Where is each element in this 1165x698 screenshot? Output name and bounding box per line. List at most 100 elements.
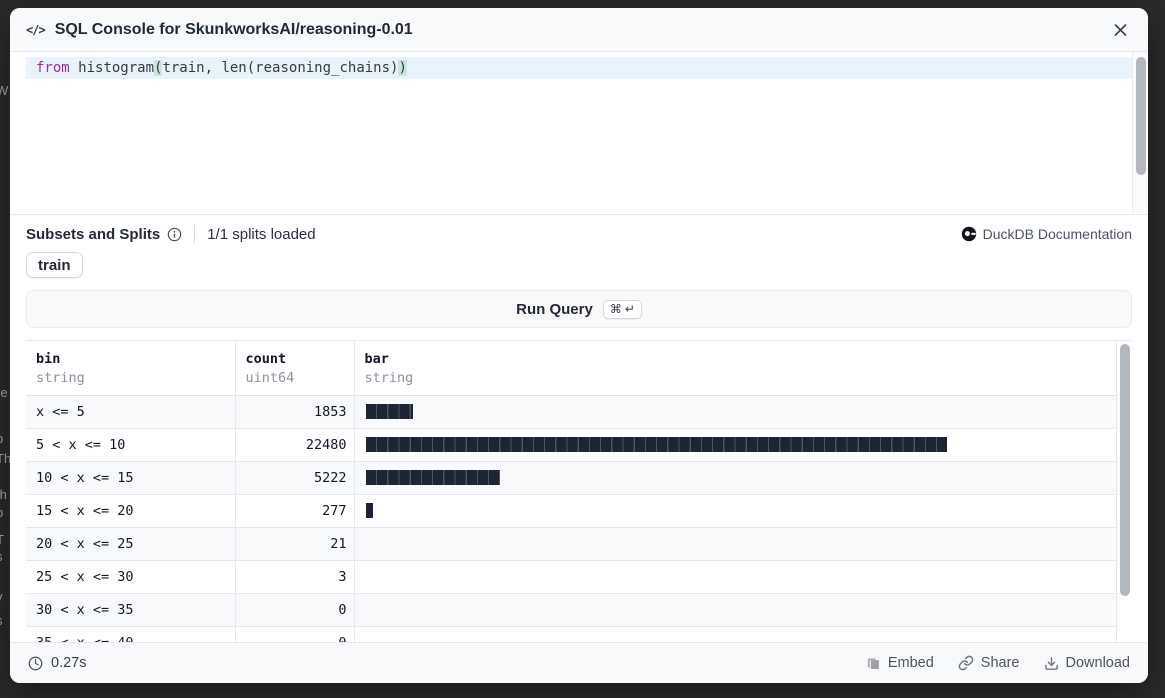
modal-header: </> SQL Console for SkunkworksAI/reasoni… bbox=[10, 8, 1148, 52]
console-body: Subsets and Splits 1/1 splits loaded Duc… bbox=[10, 215, 1148, 642]
link-icon bbox=[958, 655, 974, 671]
count-cell: 0 bbox=[235, 593, 354, 626]
embed-icon bbox=[866, 656, 881, 671]
column-name: bar bbox=[365, 350, 1123, 369]
close-button[interactable] bbox=[1109, 18, 1132, 41]
share-label: Share bbox=[981, 655, 1020, 671]
column-type: string bbox=[36, 369, 225, 387]
modal-title: SQL Console for SkunkworksAI/reasoning-0… bbox=[55, 21, 413, 39]
duration-value: 0.27s bbox=[51, 655, 86, 671]
sql-keyword: from bbox=[36, 60, 70, 76]
editor-scrollbar[interactable] bbox=[1132, 52, 1148, 214]
table-header-row: bin string count uint64 bar string bbox=[26, 341, 1132, 395]
info-icon[interactable] bbox=[167, 227, 182, 242]
column-type: uint64 bbox=[246, 369, 344, 387]
bar-cell bbox=[354, 593, 1132, 626]
backdrop-text-fragment: v bbox=[0, 590, 3, 604]
bar-cell bbox=[354, 560, 1132, 593]
backdrop-text-fragment: s bbox=[0, 614, 3, 628]
bin-cell: 5 < x <= 10 bbox=[26, 428, 235, 461]
sql-code-line: from histogram(train, len(reasoning_chai… bbox=[10, 52, 1148, 79]
table-row[interactable]: x <= 5 1853 bbox=[26, 395, 1132, 428]
sql-console-modal: </> SQL Console for SkunkworksAI/reasoni… bbox=[10, 8, 1148, 683]
code-icon: </> bbox=[26, 23, 45, 37]
column-name: count bbox=[246, 350, 344, 369]
share-button[interactable]: Share bbox=[958, 655, 1020, 671]
run-query-button[interactable]: Run Query ⌘ ↵ bbox=[26, 290, 1132, 328]
download-button[interactable]: Download bbox=[1044, 655, 1131, 671]
table-row[interactable]: 20 < x <= 25 21 bbox=[26, 527, 1132, 560]
backdrop-text-fragment: re bbox=[0, 386, 8, 400]
bin-cell: 30 < x <= 35 bbox=[26, 593, 235, 626]
count-cell: 1853 bbox=[235, 395, 354, 428]
sql-arguments: train, len(reasoning_chains) bbox=[162, 60, 398, 76]
bar-cell bbox=[354, 461, 1132, 494]
table-row[interactable]: 30 < x <= 35 0 bbox=[26, 593, 1132, 626]
divider bbox=[194, 225, 195, 243]
bin-cell: 25 < x <= 30 bbox=[26, 560, 235, 593]
histogram-bar bbox=[366, 503, 373, 518]
editor-scrollbar-thumb[interactable] bbox=[1136, 57, 1146, 175]
bin-cell: 15 < x <= 20 bbox=[26, 494, 235, 527]
column-header-bin[interactable]: bin string bbox=[26, 341, 235, 395]
query-duration: 0.27s bbox=[28, 655, 86, 671]
sql-token bbox=[70, 60, 78, 76]
table-scrollbar-thumb[interactable] bbox=[1120, 344, 1130, 596]
column-header-count[interactable]: count uint64 bbox=[235, 341, 354, 395]
splits-loaded-text: 1/1 splits loaded bbox=[207, 226, 315, 243]
enter-key-icon: ↵ bbox=[625, 302, 635, 316]
sql-editor[interactable]: from histogram(train, len(reasoning_chai… bbox=[10, 52, 1148, 215]
count-cell: 5222 bbox=[235, 461, 354, 494]
embed-label: Embed bbox=[888, 655, 934, 671]
splits-list: train bbox=[26, 252, 1132, 278]
sql-bracket-close: ) bbox=[398, 60, 406, 76]
backdrop-text-fragment: W bbox=[0, 84, 8, 98]
backdrop-text-fragment: b bbox=[0, 432, 3, 446]
histogram-bar bbox=[366, 437, 947, 452]
column-name: bin bbox=[36, 350, 225, 369]
column-header-bar[interactable]: bar string bbox=[354, 341, 1132, 395]
download-icon bbox=[1044, 656, 1059, 671]
subsets-row: Subsets and Splits 1/1 splits loaded Duc… bbox=[26, 222, 1132, 246]
close-icon bbox=[1113, 22, 1128, 37]
footer-actions: Embed Share Download bbox=[866, 655, 1130, 671]
bin-cell: 20 < x <= 25 bbox=[26, 527, 235, 560]
bar-cell bbox=[354, 494, 1132, 527]
column-type: string bbox=[365, 369, 1123, 387]
split-badge-train[interactable]: train bbox=[26, 252, 83, 278]
results-table: bin string count uint64 bar string bbox=[26, 341, 1132, 642]
download-label: Download bbox=[1066, 655, 1131, 671]
table-scrollbar[interactable] bbox=[1116, 341, 1132, 642]
table-row[interactable]: 25 < x <= 30 3 bbox=[26, 560, 1132, 593]
run-query-label: Run Query bbox=[516, 301, 593, 318]
backdrop-text-fragment: T bbox=[0, 533, 4, 547]
bar-cell bbox=[354, 626, 1132, 642]
duckdb-logo-icon bbox=[961, 226, 977, 242]
command-key-icon: ⌘ bbox=[610, 302, 622, 316]
table-row[interactable]: 35 < x <= 40 0 bbox=[26, 626, 1132, 642]
embed-button[interactable]: Embed bbox=[866, 655, 934, 671]
backdrop-text-fragment: th bbox=[0, 488, 7, 502]
backdrop-text-fragment: b bbox=[0, 506, 3, 520]
results-table-container: bin string count uint64 bar string bbox=[26, 340, 1132, 642]
bar-cell bbox=[354, 428, 1132, 461]
duckdb-documentation-link[interactable]: DuckDB Documentation bbox=[961, 226, 1132, 242]
table-row[interactable]: 5 < x <= 10 22480 bbox=[26, 428, 1132, 461]
sql-function: histogram bbox=[78, 60, 154, 76]
bin-cell: 35 < x <= 40 bbox=[26, 626, 235, 642]
keyboard-shortcut-badge: ⌘ ↵ bbox=[603, 300, 642, 319]
clock-icon bbox=[28, 656, 43, 671]
backdrop-text-fragment: s bbox=[0, 550, 3, 564]
count-cell: 277 bbox=[235, 494, 354, 527]
bin-cell: x <= 5 bbox=[26, 395, 235, 428]
bin-cell: 10 < x <= 15 bbox=[26, 461, 235, 494]
bar-cell bbox=[354, 395, 1132, 428]
count-cell: 3 bbox=[235, 560, 354, 593]
count-cell: 0 bbox=[235, 626, 354, 642]
count-cell: 22480 bbox=[235, 428, 354, 461]
count-cell: 21 bbox=[235, 527, 354, 560]
table-row[interactable]: 15 < x <= 20 277 bbox=[26, 494, 1132, 527]
table-row[interactable]: 10 < x <= 15 5222 bbox=[26, 461, 1132, 494]
bar-cell bbox=[354, 527, 1132, 560]
subsets-title: Subsets and Splits bbox=[26, 226, 160, 243]
